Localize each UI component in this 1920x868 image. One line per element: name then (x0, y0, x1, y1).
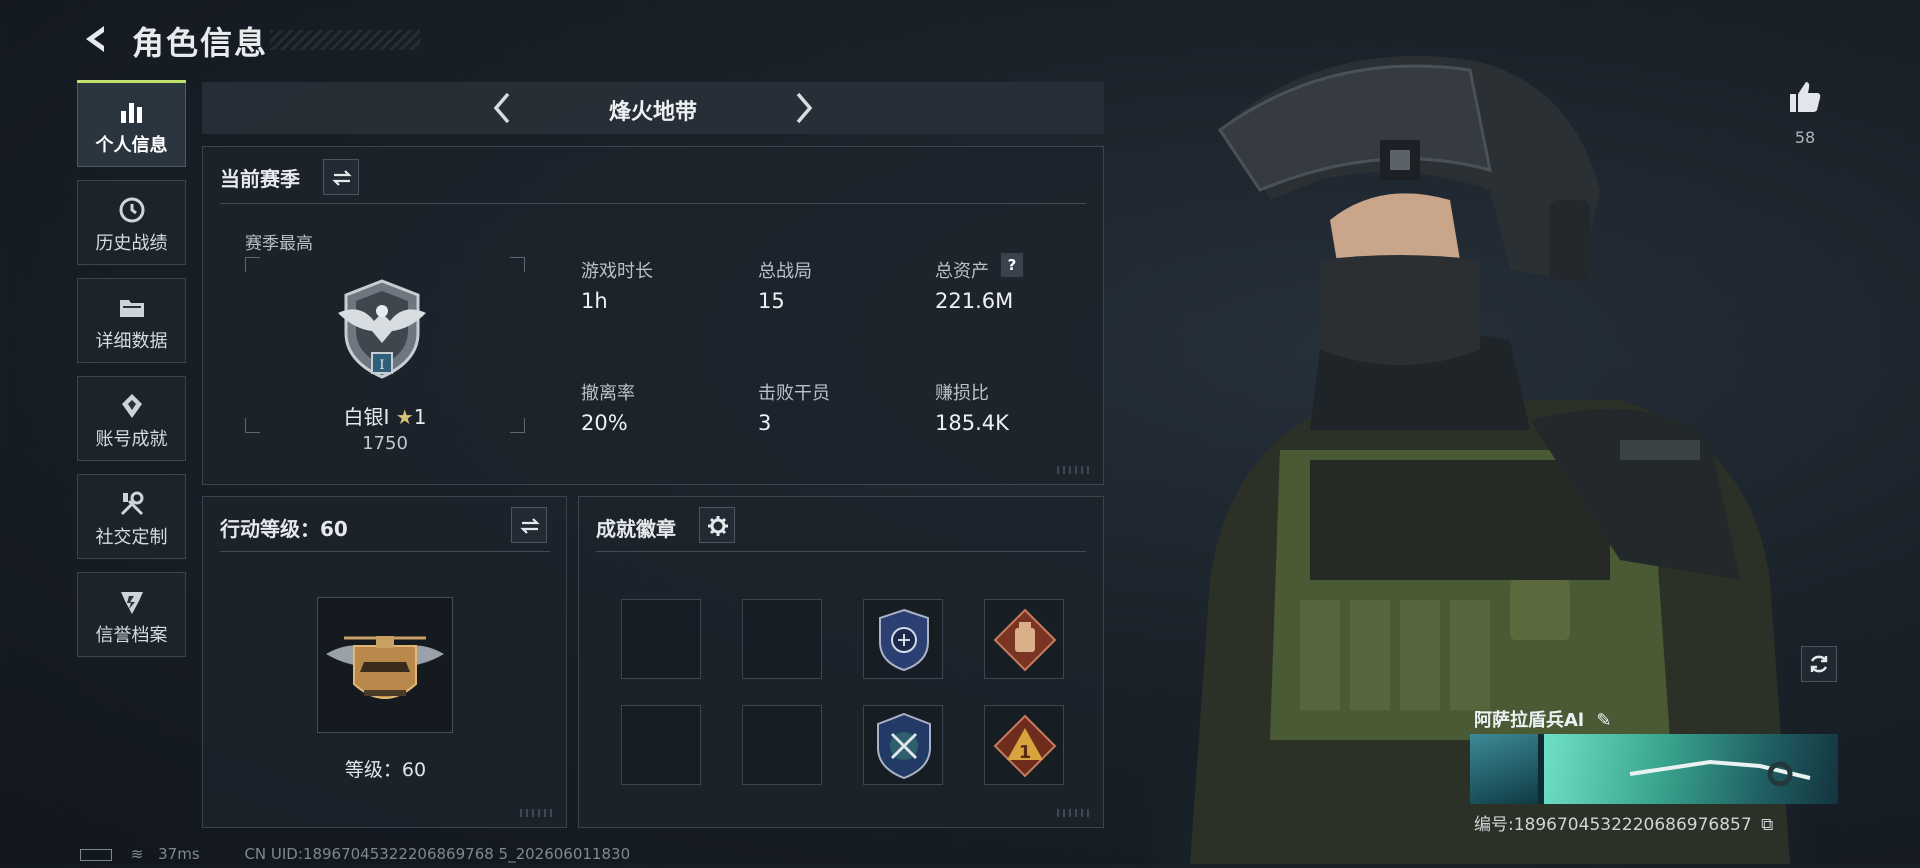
badge-slot-empty[interactable] (621, 599, 701, 679)
rank-name-row: 白银I ★1 (245, 401, 525, 430)
thumbs-up-icon[interactable] (1786, 78, 1824, 116)
bar-chart-icon (120, 103, 142, 123)
like-count: 58 (1794, 128, 1816, 147)
current-season-panel: 当前赛季 赛季最高 I 白银I ★1 1750 游戏时长 1h 总战局 15 总… (202, 146, 1104, 485)
backpack-badge-icon (993, 608, 1057, 672)
character-name-row: 阿萨拉盾兵Al ✎ (1474, 706, 1611, 732)
stat-value-total-matches: 15 (758, 289, 785, 313)
uid-text: CN UID:18967045322206869768 5_2026060118… (244, 845, 631, 863)
ping-text: 37ms (158, 845, 200, 863)
divider (220, 203, 1086, 204)
nav-item-history[interactable]: 历史战绩 (77, 180, 186, 265)
action-level-switch-button[interactable] (511, 507, 547, 543)
gear-icon (708, 516, 728, 536)
reputation-icon (120, 592, 143, 614)
folder-icon (119, 300, 144, 317)
battery-icon (80, 848, 112, 861)
nav-item-personal-info[interactable]: 个人信息 (77, 80, 186, 167)
stat-label-total-matches: 总战局 (758, 261, 812, 282)
badge-slot-empty[interactable] (621, 705, 701, 785)
achievements-settings-button[interactable] (699, 507, 735, 543)
nav-item-account-achievements[interactable]: 账号成就 (77, 376, 186, 461)
badge-slot-empty[interactable] (742, 599, 822, 679)
rank-name: 白银I (343, 405, 390, 429)
stat-label-operators-defeated: 击败干员 (758, 383, 830, 404)
nav-item-detailed-data[interactable]: 详细数据 (77, 278, 186, 363)
stat-value-extraction-rate: 20% (581, 411, 628, 435)
panel-decoration (1057, 809, 1093, 817)
nav-item-label: 详细数据 (95, 331, 168, 352)
stat-label-profit-loss-ratio: 赚损比 (935, 383, 989, 404)
crossed-tools-badge-icon (877, 712, 931, 780)
achievement-icon (121, 394, 142, 418)
badge-slot-empty[interactable] (742, 705, 822, 785)
swap-icon (332, 170, 352, 186)
nav-item-label: 账号成就 (95, 429, 168, 450)
badge-slot[interactable]: 1 (984, 705, 1064, 785)
stat-label-playtime: 游戏时长 (581, 261, 653, 282)
character-serial-row: 编号:1896704532220686976857 ⧉ (1474, 810, 1773, 835)
stat-label-extraction-rate: 撤离率 (581, 383, 635, 404)
mode-name: 烽火地带 (608, 100, 697, 125)
rank-one-badge-icon: 1 (993, 714, 1057, 778)
svg-text:I: I (379, 358, 384, 373)
wifi-icon: ≋ (130, 845, 144, 863)
level-emblem-frame (317, 597, 453, 733)
action-level-panel: 行动等级：60 等级：60 (202, 496, 567, 828)
rank-points: 1750 (362, 433, 408, 454)
back-arrow-icon[interactable] (78, 22, 112, 56)
edit-pencil-icon[interactable]: ✎ (1596, 710, 1611, 731)
title-decoration (270, 30, 420, 50)
stat-value-operators-defeated: 3 (758, 411, 772, 435)
status-bar: ≋ 37ms CN UID:18967045322206869768 5_202… (80, 845, 630, 863)
stat-label-total-assets: 总资产 (935, 261, 989, 282)
nav-item-label: 历史战绩 (95, 233, 168, 254)
svg-text:1: 1 (1019, 742, 1032, 763)
season-title: 当前赛季 (220, 167, 300, 191)
nav-item-reputation[interactable]: 信誉档案 (77, 572, 186, 657)
nav-item-label: 社交定制 (95, 527, 168, 548)
mode-selector: 烽火地带 (202, 82, 1104, 134)
helicopter-emblem (326, 636, 444, 699)
copy-icon[interactable]: ⧉ (1761, 815, 1773, 835)
divider (220, 551, 550, 552)
badge-slot[interactable] (863, 599, 943, 679)
action-level-title: 行动等级：60 (220, 517, 348, 541)
page-title: 角色信息 (132, 24, 269, 62)
nav-item-social-custom[interactable]: 社交定制 (77, 474, 186, 559)
swap-icon (520, 518, 540, 534)
nav-item-label: 个人信息 (95, 135, 168, 156)
character-portrait (1470, 734, 1538, 804)
help-icon[interactable]: ? (1001, 253, 1023, 277)
chevron-right-icon[interactable] (788, 90, 818, 126)
character-serial: 编号:1896704532220686976857 (1474, 815, 1752, 835)
character-banner[interactable] (1470, 734, 1838, 804)
divider (596, 551, 1086, 552)
silver-rank-emblem: I (338, 279, 426, 379)
rank-stars: 1 (413, 405, 427, 429)
panel-decoration (1057, 466, 1093, 474)
badge-slot[interactable] (984, 599, 1064, 679)
stat-value-playtime: 1h (581, 289, 608, 313)
weapon-icon (1629, 759, 1811, 787)
stat-value-profit-loss-ratio: 185.4K (935, 411, 1009, 435)
refresh-icon (1810, 655, 1828, 673)
badge-slot[interactable] (863, 705, 943, 785)
history-clock-icon (119, 197, 144, 223)
season-switch-button[interactable] (323, 159, 359, 195)
achievements-panel: 成就徽章 1 (578, 496, 1104, 828)
level-text: 等级：60 (344, 759, 427, 781)
panel-decoration (520, 809, 556, 817)
season-best-label: 赛季最高 (245, 234, 313, 254)
tools-icon (120, 491, 143, 516)
achievements-title: 成就徽章 (596, 517, 676, 541)
stat-value-total-assets: 221.6M (935, 289, 1014, 313)
nav-item-label: 信誉档案 (95, 625, 168, 646)
shield-badge-icon (879, 608, 929, 672)
refresh-character-button[interactable] (1801, 646, 1837, 682)
star-icon: ★ (395, 405, 414, 429)
character-name: 阿萨拉盾兵Al (1474, 710, 1585, 731)
